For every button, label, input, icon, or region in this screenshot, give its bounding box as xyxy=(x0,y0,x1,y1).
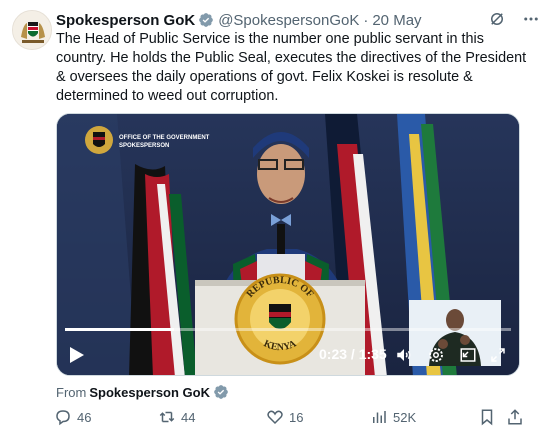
tweet-actions: 46 44 16 52K xyxy=(50,408,530,430)
repost-button[interactable]: 44 xyxy=(158,408,195,426)
source-prefix: From xyxy=(56,384,87,400)
views-icon xyxy=(373,411,386,423)
bookmark-icon xyxy=(481,409,493,426)
settings-icon[interactable] xyxy=(427,346,445,364)
repost-count: 44 xyxy=(181,409,196,425)
svg-text:REPUBLIC OF: REPUBLIC OF xyxy=(245,275,316,300)
coat-of-arms-icon xyxy=(13,11,51,49)
author-name[interactable]: Spokesperson GoK xyxy=(56,12,195,29)
tweet: Spokesperson GoK @SpokespersonGoK · 20 M… xyxy=(0,0,556,432)
source-attribution: From Spokesperson GoK xyxy=(56,384,233,400)
reply-count: 46 xyxy=(77,409,92,425)
video-controls: 0:23 / 1:35 xyxy=(57,340,519,370)
more-options-icon[interactable] xyxy=(520,8,542,30)
reply-icon xyxy=(56,410,70,426)
avatar[interactable] xyxy=(12,10,52,50)
share-icon xyxy=(508,409,522,425)
video-player[interactable]: OFFICE OF THE GOVERNMENT SPOKESPERSON RE… xyxy=(56,113,520,376)
tweet-top-icons xyxy=(486,8,542,30)
reply-button[interactable]: 46 xyxy=(54,408,91,426)
picture-in-picture-icon[interactable] xyxy=(459,346,477,364)
fullscreen-icon[interactable] xyxy=(489,346,507,364)
repost-icon xyxy=(159,411,175,423)
grok-icon[interactable] xyxy=(486,8,508,30)
heart-icon xyxy=(267,410,283,425)
like-count: 16 xyxy=(289,409,304,425)
volume-icon[interactable] xyxy=(395,346,413,364)
author-handle[interactable]: @SpokespersonGoK xyxy=(218,12,359,29)
video-time: 0:23 / 1:35 xyxy=(319,346,387,362)
verified-badge-icon xyxy=(214,385,228,399)
play-icon[interactable] xyxy=(69,346,85,364)
tweet-header: Spokesperson GoK @SpokespersonGoK · 20 M… xyxy=(56,10,422,30)
views-count: 52K xyxy=(393,409,417,425)
tweet-text: The Head of Public Service is the number… xyxy=(56,31,527,104)
bookmark-button[interactable] xyxy=(478,408,496,426)
tweet-date[interactable]: 20 May xyxy=(372,12,421,29)
grok-glyph xyxy=(491,13,503,25)
share-button[interactable] xyxy=(506,408,524,426)
verified-badge-icon xyxy=(199,13,214,27)
separator-dot: · xyxy=(363,11,369,29)
views-button[interactable]: 52K xyxy=(370,408,416,426)
like-button[interactable]: 16 xyxy=(266,408,303,426)
ellipsis-glyph xyxy=(524,17,538,21)
seal-text-top: REPUBLIC OF xyxy=(245,275,316,300)
video-progress-fill xyxy=(65,328,175,331)
video-progress-bar[interactable] xyxy=(65,328,511,331)
source-name[interactable]: Spokesperson GoK xyxy=(89,385,210,400)
